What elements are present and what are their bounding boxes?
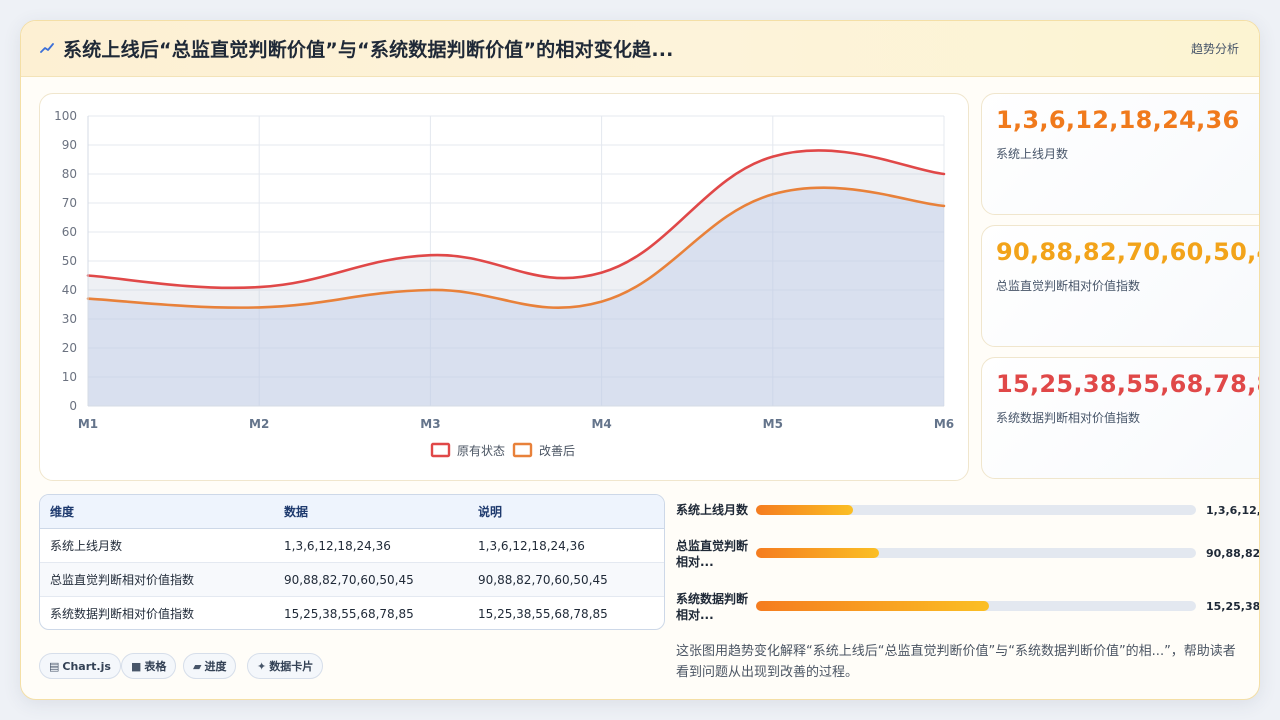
stat-card: 90,88,82,70,60,50,45 总监直觉判断相对价值指数: [981, 225, 1259, 347]
stat-label: 系统数据判断相对价值指数: [996, 411, 1141, 425]
table-cell: 1,3,6,12,18,24,36: [468, 528, 664, 563]
y-tick-label: 70: [62, 196, 77, 210]
y-tick-label: 10: [62, 370, 77, 384]
x-tick-label: M1: [78, 417, 98, 431]
y-tick-label: 20: [62, 341, 77, 355]
progress-item: 系统数据判断相对... 15,25,38,: [676, 591, 1260, 631]
chip-label: Chart.js: [62, 660, 111, 673]
progress-label: 系统上线月数: [676, 503, 749, 517]
x-tick-label: M4: [591, 417, 611, 431]
area-chart: 0 10 20 30 40 50 60 70 80 90 100 M1 M2 M3 M4 M5 M6 原有状态 改善…: [54, 109, 954, 458]
progress-value: 1,3,6,12,1: [1206, 504, 1259, 517]
table-row: 系统上线月数 1,3,6,12,18,24,36 1,3,6,12,18,24,…: [40, 528, 664, 563]
trend-spark-icon: [40, 43, 54, 53]
table-cell: 总监直觉判断相对价值指数: [40, 562, 274, 597]
chip-chartjs[interactable]: ▤ Chart.js: [39, 653, 121, 679]
table-cell: 15,25,38,55,68,78,85: [284, 606, 414, 621]
stat-card: 1,3,6,12,18,24,36 系统上线月数: [981, 93, 1259, 215]
progress-fill: [756, 601, 990, 611]
chip-label: 数据卡片: [269, 660, 314, 673]
x-tick-label: M3: [420, 417, 440, 431]
y-tick-label: 30: [62, 312, 77, 326]
progress-fill: [756, 505, 853, 515]
y-tick-label: 50: [62, 254, 77, 268]
progress-item: 总监直觉判断相对... 90,88,82,: [676, 538, 1260, 578]
progress-track: [756, 601, 1196, 611]
y-tick-label: 0: [69, 399, 77, 413]
progress-label: 总监直觉判断相对...: [676, 539, 749, 569]
page-title: 系统上线后“总监直觉判断价值”与“系统数据判断价值”的相对变化趋...: [63, 39, 674, 61]
description-text: 这张图用趋势变化解释“系统上线后“总监直觉判断价值”与“系统数据判断价值”的相.…: [676, 644, 1236, 680]
x-tick-label: M5: [763, 417, 783, 431]
legend-label: 原有状态: [457, 444, 505, 458]
x-tick-label: M2: [249, 417, 269, 431]
progress-value: 90,88,82,: [1206, 547, 1260, 560]
table-cell: 90,88,82,70,60,50,45: [274, 562, 468, 597]
sparkle-icon: ✦: [257, 660, 267, 673]
chip-data-card[interactable]: ✦ 数据卡片: [247, 653, 324, 679]
y-tick-label: 90: [62, 138, 77, 152]
header-bar: 系统上线后“总监直觉判断价值”与“系统数据判断价值”的相对变化趋... 趋势分析: [21, 21, 1259, 77]
header-tag: 趋势分析: [1190, 42, 1239, 56]
y-tick-label: 100: [54, 109, 77, 123]
table-header-row: 维度 数据 说明: [40, 495, 664, 529]
stat-label: 总监直觉判断相对价值指数: [996, 279, 1141, 293]
table-cell: 系统数据判断相对价值指数: [50, 607, 195, 621]
table-cell: 15,25,38,55,68,78,85: [478, 606, 608, 621]
table-row: 总监直觉判断相对价值指数 90,88,82,70,60,50,45 90,88,…: [40, 562, 664, 597]
y-tick-label: 80: [62, 167, 77, 181]
chip-label: 进度: [204, 660, 227, 673]
table-cell: 1,3,6,12,18,24,36: [274, 528, 468, 563]
stat-value: 15,25,38,55,68,78,85: [996, 370, 1259, 398]
progress-value: 15,25,38,: [1206, 600, 1260, 613]
table-row: 系统数据判断相对价值指数 15,25,38,55,68,78,85 15,25,…: [40, 597, 664, 630]
chip-label: 表格: [144, 660, 167, 673]
column-header: 维度: [40, 495, 274, 529]
y-tick-label: 40: [62, 283, 77, 297]
chip-table[interactable]: ■ 表格: [121, 653, 177, 679]
table-icon: ■: [131, 660, 142, 673]
dashboard-card: 系统上线后“总监直觉判断价值”与“系统数据判断价值”的相对变化趋... 趋势分析…: [20, 20, 1260, 700]
progress-track: [756, 548, 1196, 558]
column-header: 说明: [468, 495, 664, 529]
x-tick-label: M6: [934, 417, 954, 431]
legend-swatch: [430, 442, 451, 458]
table-cell: 系统上线月数: [40, 528, 274, 563]
legend-swatch: [512, 442, 533, 458]
stat-value: 1,3,6,12,18,24,36: [996, 106, 1240, 134]
progress-label: 系统数据判断相对...: [676, 592, 749, 622]
chart-icon: ▤: [49, 660, 60, 673]
table-cell: 90,88,82,70,60,50,45: [468, 562, 664, 597]
progress-fill: [756, 548, 880, 558]
progress-item: 系统上线月数 1,3,6,12,1: [676, 501, 1259, 541]
progress-track: [756, 505, 1196, 515]
y-tick-label: 60: [62, 225, 77, 239]
stat-value: 90,88,82,70,60,50,45: [996, 238, 1259, 266]
stat-card: 15,25,38,55,68,78,85 系统数据判断相对价值指数: [981, 357, 1259, 479]
column-header: 数据: [274, 495, 468, 529]
chip-progress[interactable]: ▰ 进度: [183, 653, 237, 679]
legend-label: 改善后: [539, 443, 575, 458]
chart-panel: 0 10 20 30 40 50 60 70 80 90 100 M1 M2 M3 M4 M5 M6 原有状态 改善…: [39, 93, 969, 481]
stat-label: 系统上线月数: [996, 147, 1069, 161]
progress-icon: ▰: [193, 660, 202, 673]
data-table: 维度 数据 说明 系统上线月数 1,3,6,12,18,24,36 1,3,6,…: [39, 494, 665, 630]
